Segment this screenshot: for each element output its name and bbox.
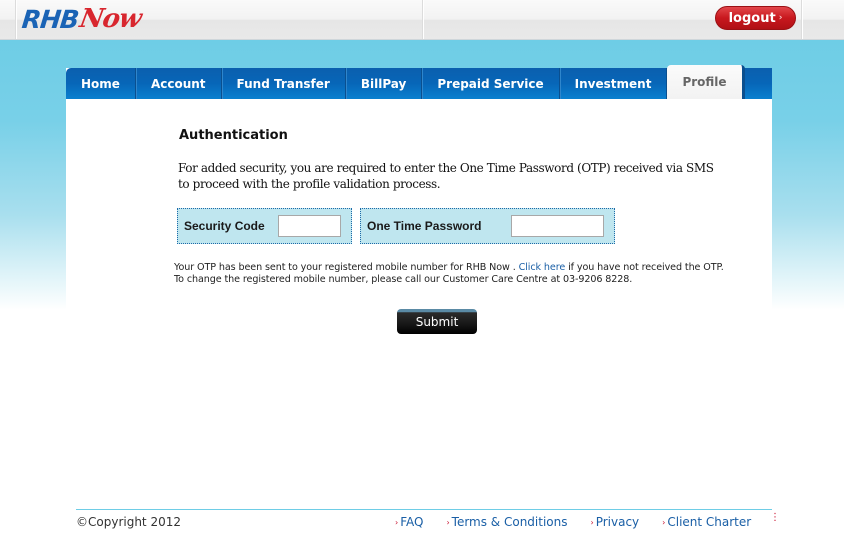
footer-divider xyxy=(76,509,772,510)
chevron-right-icon: › xyxy=(590,517,594,527)
otp-group: One Time Password xyxy=(360,208,615,244)
copyright-text: ©Copyright 2012 xyxy=(76,515,181,529)
nav-tab-profile[interactable]: Profile xyxy=(667,65,745,99)
footer-link-privacy[interactable]: › Privacy xyxy=(591,515,640,529)
header-divider xyxy=(801,0,803,39)
logout-label: logout xyxy=(728,10,776,26)
security-code-label: Security Code xyxy=(184,219,265,233)
footer-link-label: Client Charter xyxy=(667,515,752,529)
footer-link-faq[interactable]: › FAQ xyxy=(395,515,423,529)
chevron-right-icon: › xyxy=(395,517,399,527)
footer-link-terms[interactable]: › Terms & Conditions xyxy=(446,515,567,529)
chevron-right-icon: › xyxy=(778,13,783,23)
logo-now-text: Now xyxy=(77,4,144,34)
main-nav: Home Account Fund Transfer BillPay Prepa… xyxy=(66,65,772,99)
resend-otp-link[interactable]: Click here xyxy=(519,262,566,273)
footer-separator-dots: ⋮ xyxy=(770,512,780,523)
nav-tab-home[interactable]: Home xyxy=(66,68,136,99)
footer-links: › FAQ › Terms & Conditions › Privacy › C… xyxy=(395,515,774,529)
nav-tab-fund-transfer[interactable]: Fund Transfer xyxy=(222,68,346,99)
chevron-right-icon: › xyxy=(446,517,450,527)
nav-tab-account[interactable]: Account xyxy=(136,68,222,99)
footer-link-label: Terms & Conditions xyxy=(451,515,568,529)
submit-button[interactable]: Submit xyxy=(397,309,477,334)
rhb-now-logo[interactable]: RHB Now xyxy=(20,2,144,36)
otp-note-text: Your OTP has been sent to your registere… xyxy=(174,262,516,273)
nav-tab-billpay[interactable]: BillPay xyxy=(346,68,423,99)
logout-button[interactable]: logout › xyxy=(715,6,796,30)
logo-rhb-text: RHB xyxy=(20,4,80,34)
otp-label: One Time Password xyxy=(367,219,482,233)
intro-text: For added security, you are required to … xyxy=(178,161,714,191)
content-panel xyxy=(66,68,772,508)
security-code-group: Security Code xyxy=(177,208,352,244)
header-bar: RHB Now logout › xyxy=(0,0,844,40)
security-code-input[interactable] xyxy=(278,215,341,237)
footer-link-label: FAQ xyxy=(400,515,424,529)
footer-link-label: Privacy xyxy=(595,515,640,529)
otp-note: Your OTP has been sent to your registere… xyxy=(174,262,734,286)
footer-link-client-charter[interactable]: › Client Charter xyxy=(662,515,751,529)
nav-tab-prepaid-service[interactable]: Prepaid Service xyxy=(422,68,560,99)
nav-tab-investment[interactable]: Investment xyxy=(560,68,668,99)
header-divider xyxy=(422,0,424,39)
otp-input[interactable] xyxy=(511,215,604,237)
header-divider xyxy=(15,0,17,39)
chevron-right-icon: › xyxy=(662,517,666,527)
page-title: Authentication xyxy=(179,128,288,143)
